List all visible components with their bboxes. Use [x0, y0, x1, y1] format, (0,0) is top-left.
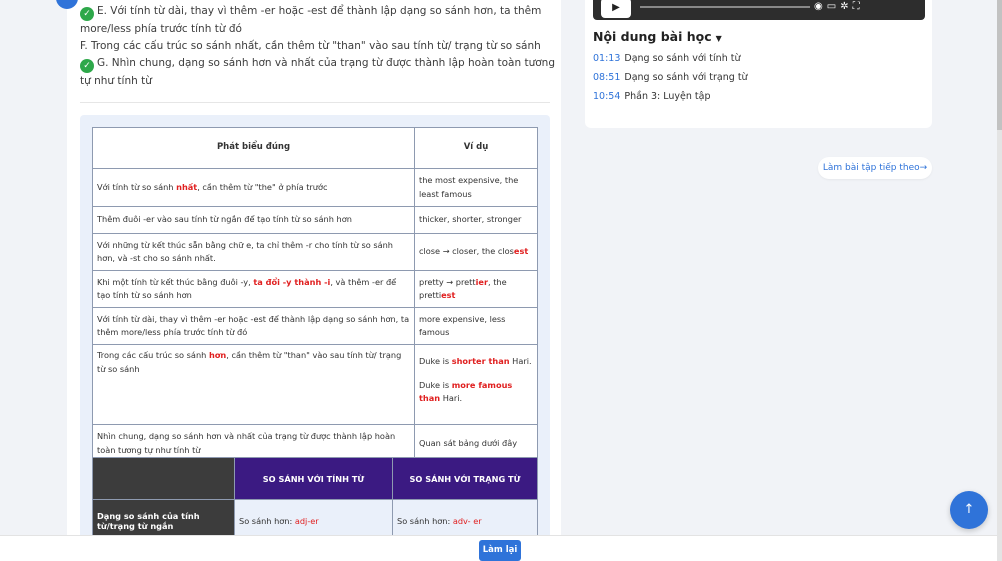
- lesson-time[interactable]: 08:51: [593, 72, 620, 83]
- divider: [80, 102, 550, 103]
- compare-header-row: SO SÁNH VỚI TÍNH TỪ SO SÁNH VỚI TRẠNG TỪ: [92, 457, 538, 500]
- example-highlight: est: [513, 246, 529, 257]
- lesson-time[interactable]: 01:13: [593, 53, 620, 64]
- cell-label: So sánh hơn:: [239, 515, 295, 526]
- table-row: Khi một tính từ kết thúc bằng đuôi -y, t…: [92, 270, 538, 308]
- chevron-down-icon: ▼: [715, 34, 722, 43]
- captions-icon[interactable]: ▭: [827, 1, 840, 12]
- retry-button[interactable]: Làm lại: [479, 540, 521, 561]
- table-row: Thêm đuôi -er vào sau tính từ ngắn để tạ…: [92, 206, 538, 234]
- fullscreen-icon[interactable]: ⛶: [853, 1, 864, 12]
- statement-text: F. Trong các cấu trúc so sánh nhất, cần …: [80, 40, 541, 52]
- answer-statements: ✓ E. Với tính từ dài, thay vì thêm -er ho…: [80, 3, 555, 90]
- lesson-item[interactable]: 08:51 Dạng so sánh với trạng từ: [593, 68, 748, 87]
- header-adjective: SO SÁNH VỚI TÍNH TỪ: [234, 457, 393, 500]
- rule-cell: Với tính từ dài, thay vì thêm -er hoặc -…: [92, 307, 415, 345]
- lesson-item[interactable]: 01:13 Dạng so sánh với tính từ: [593, 49, 748, 68]
- rule-text: Với tính từ so sánh: [97, 181, 177, 192]
- next-exercise-button[interactable]: Làm bài tập tiếp theo→: [818, 157, 932, 179]
- table-row: Với tính từ dài, thay vì thêm -er hoặc -…: [92, 307, 538, 345]
- table-row: Với những từ kết thúc sẵn bằng chữ e, ta…: [92, 233, 538, 271]
- rule-text: , cần thêm từ "the" ở phía trước: [197, 181, 328, 192]
- lesson-title: Nội dung bài học: [593, 29, 712, 44]
- rule-text: Trong các cấu trúc so sánh: [97, 350, 209, 360]
- rule-cell: Thêm đuôi -er vào sau tính từ ngắn để tạ…: [92, 206, 415, 234]
- rule-highlight: ta đổi -y thành -i: [253, 276, 331, 287]
- example-text: pretty → prett: [419, 276, 476, 287]
- video-player-controls[interactable]: [593, 0, 925, 20]
- column-header: Ví dụ: [414, 127, 538, 169]
- rule-cell: Khi một tính từ kết thúc bằng đuôi -y, t…: [92, 270, 415, 308]
- lesson-item[interactable]: 10:54 Phần 3: Luyện tập: [593, 87, 748, 106]
- settings-icon[interactable]: ✲: [840, 1, 852, 12]
- cell-value: adj-er: [294, 515, 319, 526]
- example-text: Duke is: [419, 379, 452, 390]
- arrow-up-icon[interactable]: ↑: [950, 491, 988, 529]
- example-text: close → closer, the clos: [419, 246, 514, 257]
- table-row: Trong các cấu trúc so sánh hơn, cần thêm…: [92, 344, 538, 425]
- statement-e: ✓ E. Với tính từ dài, thay vì thêm -er ho…: [80, 3, 555, 38]
- table-row: Với tính từ so sánh nhất, cần thêm từ "t…: [92, 168, 538, 207]
- example-cell: Duke is shorter than Hari. Duke is more …: [414, 344, 538, 425]
- statement-text: E. Với tính từ dài, thay vì thêm -er hoặ…: [80, 5, 542, 35]
- video-control-icons[interactable]: ◉▭✲⛶: [814, 0, 864, 14]
- lesson-name: Dạng so sánh với tính từ: [624, 53, 741, 64]
- next-exercise-label: Làm bài tập tiếp theo: [822, 163, 920, 173]
- example-cell: pretty → prettier, the prettiest: [414, 270, 538, 308]
- example-cell: thicker, shorter, stronger: [414, 206, 538, 234]
- example-text: Hari.: [509, 356, 532, 366]
- lesson-list: 01:13 Dạng so sánh với tính từ 08:51 Dạng …: [593, 49, 748, 106]
- empty-header-cell: [92, 457, 235, 500]
- example-highlight: shorter than: [451, 356, 510, 366]
- statement-g: ✓ G. Nhìn chung, dạng so sánh hơn và nhất…: [80, 55, 555, 90]
- rule-highlight: hơn: [208, 350, 227, 360]
- statement-text: G. Nhìn chung, dạng so sánh hơn và nhất …: [80, 57, 555, 87]
- example-cell: more expensive, less famous: [414, 307, 538, 345]
- compare-table: SO SÁNH VỚI TÍNH TỪ SO SÁNH VỚI TRẠNG TỪ…: [92, 457, 538, 542]
- lesson-time[interactable]: 10:54: [593, 91, 620, 102]
- example-line: Duke is shorter than Hari.: [419, 355, 533, 369]
- rule-cell: Với tính từ so sánh nhất, cần thêm từ "t…: [92, 168, 415, 207]
- header-adverb: SO SÁNH VỚI TRẠNG TỪ: [392, 457, 538, 500]
- lesson-name: Dạng so sánh với trạng từ: [624, 72, 748, 83]
- rule-cell: Với những từ kết thúc sẵn bằng chữ e, ta…: [92, 233, 415, 271]
- check-circle-icon: ✓: [80, 7, 94, 21]
- example-highlight: ier: [475, 276, 488, 287]
- volume-icon[interactable]: ◉: [814, 1, 827, 12]
- table-header-row: Phát biểu đúng Ví dụ: [92, 127, 538, 169]
- rules-table: Phát biểu đúng Ví dụ Với tính từ so sánh…: [92, 127, 538, 463]
- rule-highlight: nhất: [176, 181, 198, 192]
- page-scrollbar-thumb[interactable]: [997, 0, 1002, 130]
- example-cell: the most expensive, the least famous: [414, 168, 538, 207]
- example-line: Duke is more famous than Hari.: [419, 379, 533, 406]
- lesson-content-toggle[interactable]: Nội dung bài học ▼: [593, 29, 722, 44]
- rule-cell: Trong các cấu trúc so sánh hơn, cần thêm…: [92, 344, 415, 425]
- check-circle-icon: ✓: [80, 59, 94, 73]
- rule-text: Khi một tính từ kết thúc bằng đuôi -y,: [97, 276, 254, 287]
- video-progress-bar[interactable]: [640, 6, 810, 8]
- cell-value: adv- er: [452, 515, 482, 526]
- statement-f: F. Trong các cấu trúc so sánh nhất, cần …: [80, 38, 555, 55]
- column-header: Phát biểu đúng: [92, 127, 415, 169]
- example-text: Hari.: [440, 393, 463, 403]
- explanation-panel: Phát biểu đúng Ví dụ Với tính từ so sánh…: [80, 115, 550, 561]
- example-highlight: est: [441, 290, 456, 300]
- arrow-right-icon: →: [919, 163, 928, 173]
- cell-label: So sánh hơn:: [397, 515, 453, 526]
- lesson-name: Phần 3: Luyện tập: [624, 91, 711, 102]
- play-icon[interactable]: ▶: [601, 0, 631, 18]
- example-cell: close → closer, the closest: [414, 233, 538, 271]
- example-text: Duke is: [419, 356, 452, 366]
